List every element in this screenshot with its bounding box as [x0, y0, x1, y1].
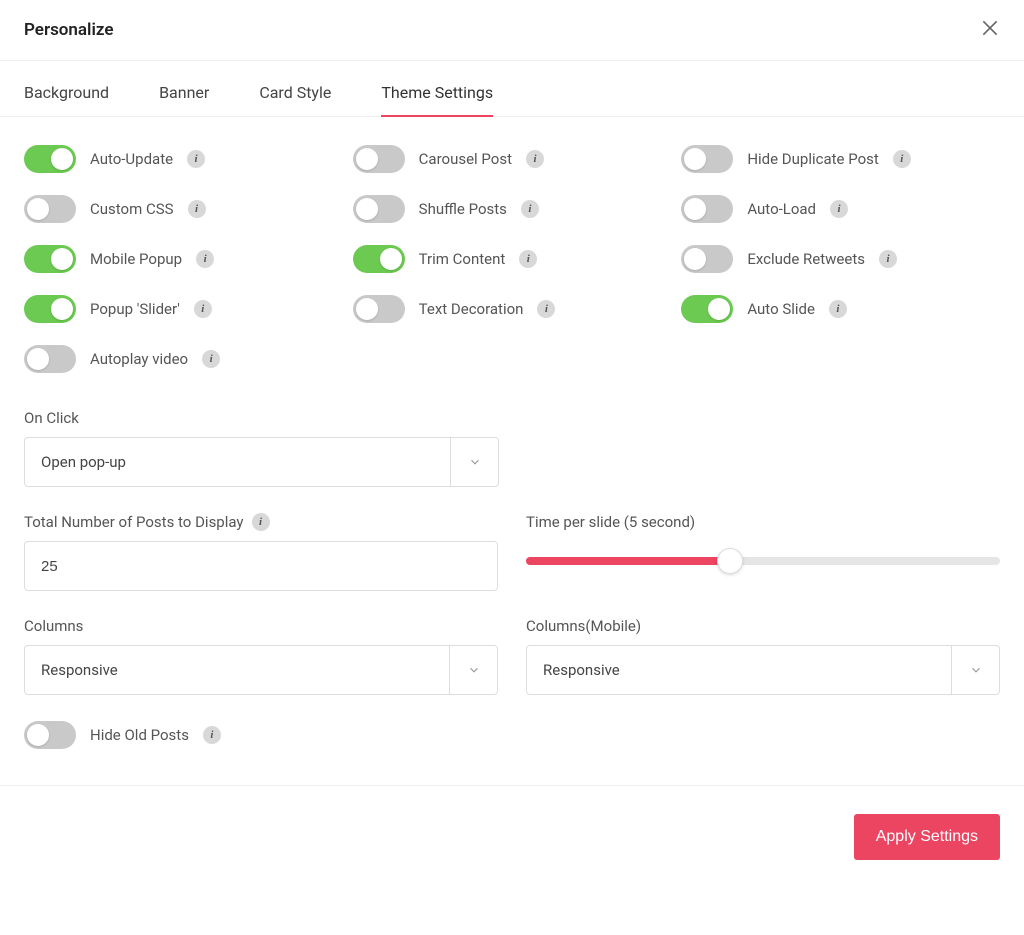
info-icon[interactable]: i	[879, 250, 897, 268]
tab-background[interactable]: Background	[24, 83, 109, 116]
toggle-row-carousel-post: Carousel Post i	[353, 145, 672, 173]
toggle-label: Auto-Update	[90, 150, 173, 168]
close-icon[interactable]	[980, 18, 1000, 42]
hide-old-posts-toggle[interactable]	[24, 721, 76, 749]
toggle-row-auto-update: Auto-Update i	[24, 145, 343, 173]
on-click-label: On Click	[24, 409, 1000, 427]
slider-fill	[526, 557, 730, 565]
toggle-switch[interactable]	[353, 295, 405, 323]
toggle-switch[interactable]	[24, 195, 76, 223]
time-per-slide-label: Time per slide (5 second)	[526, 513, 1000, 531]
toggle-label: Carousel Post	[419, 150, 512, 168]
tab-theme-settings[interactable]: Theme Settings	[381, 83, 493, 116]
info-icon[interactable]: i	[252, 513, 270, 531]
info-icon[interactable]: i	[521, 200, 539, 218]
info-icon[interactable]: i	[202, 350, 220, 368]
toggle-label: Autoplay video	[90, 350, 188, 368]
total-posts-label: Total Number of Posts to Display i	[24, 513, 498, 531]
columns-mobile-value: Responsive	[543, 661, 620, 679]
info-icon[interactable]: i	[203, 726, 221, 744]
info-icon[interactable]: i	[537, 300, 555, 318]
on-click-field: On Click Open pop-up	[24, 409, 1000, 487]
toggle-switch[interactable]	[24, 295, 76, 323]
total-posts-field: Total Number of Posts to Display i	[24, 513, 498, 591]
toggle-label: Popup 'Slider'	[90, 300, 180, 318]
info-icon[interactable]: i	[519, 250, 537, 268]
columns-label: Columns	[24, 617, 498, 635]
personalize-modal: Personalize Background Banner Card Style Th…	[0, 0, 1024, 888]
toggle-row-popup-slider-: Popup 'Slider' i	[24, 295, 343, 323]
toggle-label: Hide Duplicate Post	[747, 150, 878, 168]
toggle-label: Custom CSS	[90, 200, 174, 218]
info-icon[interactable]: i	[188, 200, 206, 218]
chevron-down-icon	[450, 438, 498, 486]
info-icon[interactable]: i	[526, 150, 544, 168]
info-icon[interactable]: i	[196, 250, 214, 268]
toggle-label: Exclude Retweets	[747, 250, 865, 268]
toggle-label: Shuffle Posts	[419, 200, 507, 218]
columns-mobile-select[interactable]: Responsive	[526, 645, 1000, 695]
total-posts-input[interactable]	[24, 541, 498, 591]
toggle-switch[interactable]	[353, 195, 405, 223]
on-click-value: Open pop-up	[41, 453, 126, 471]
toggle-switch[interactable]	[681, 145, 733, 173]
hide-old-posts-row: Hide Old Posts i	[24, 721, 1000, 749]
columns-mobile-label: Columns(Mobile)	[526, 617, 1000, 635]
toggle-label: Text Decoration	[419, 300, 524, 318]
time-per-slide-slider[interactable]	[526, 549, 1000, 573]
slider-thumb[interactable]	[717, 548, 743, 574]
hide-old-posts-label: Hide Old Posts	[90, 726, 189, 744]
info-icon[interactable]: i	[893, 150, 911, 168]
content: Auto-UpdateiCarousel PostiHide Duplicate…	[0, 117, 1024, 759]
columns-mobile-field: Columns(Mobile) Responsive	[526, 617, 1000, 695]
toggle-row-mobile-popup: Mobile Popup i	[24, 245, 343, 273]
toggle-row-autoplay-video: Autoplay video i	[24, 345, 343, 373]
toggle-row-auto-slide: Auto Slide i	[681, 295, 1000, 323]
toggle-row-trim-content: Trim Content i	[353, 245, 672, 273]
info-icon[interactable]: i	[829, 300, 847, 318]
columns-value: Responsive	[41, 661, 118, 679]
modal-header: Personalize	[0, 0, 1024, 61]
info-icon[interactable]: i	[830, 200, 848, 218]
apply-settings-button[interactable]: Apply Settings	[854, 814, 1000, 860]
chevron-down-icon	[951, 646, 999, 694]
toggle-row-hide-duplicate-post: Hide Duplicate Post i	[681, 145, 1000, 173]
toggle-row-shuffle-posts: Shuffle Posts i	[353, 195, 672, 223]
toggle-row-custom-css: Custom CSS i	[24, 195, 343, 223]
info-icon[interactable]: i	[187, 150, 205, 168]
toggle-switch[interactable]	[24, 145, 76, 173]
toggle-switch[interactable]	[681, 195, 733, 223]
toggle-switch[interactable]	[353, 245, 405, 273]
toggle-switch[interactable]	[24, 345, 76, 373]
columns-select[interactable]: Responsive	[24, 645, 498, 695]
modal-title: Personalize	[24, 20, 114, 40]
info-icon[interactable]: i	[194, 300, 212, 318]
toggle-label: Trim Content	[419, 250, 506, 268]
toggle-row-text-decoration: Text Decoration i	[353, 295, 672, 323]
columns-field: Columns Responsive	[24, 617, 498, 695]
on-click-select[interactable]: Open pop-up	[24, 437, 499, 487]
toggle-label: Auto-Load	[747, 200, 816, 218]
time-per-slide-field: Time per slide (5 second)	[526, 513, 1000, 591]
toggle-switch[interactable]	[353, 145, 405, 173]
chevron-down-icon	[449, 646, 497, 694]
tabs: Background Banner Card Style Theme Settings	[0, 83, 1024, 117]
tab-card-style[interactable]: Card Style	[259, 83, 331, 116]
tab-banner[interactable]: Banner	[159, 83, 209, 116]
toggle-row-exclude-retweets: Exclude Retweets i	[681, 245, 1000, 273]
footer: Apply Settings	[0, 785, 1024, 888]
toggle-label: Mobile Popup	[90, 250, 182, 268]
toggle-label: Auto Slide	[747, 300, 815, 318]
toggle-grid: Auto-UpdateiCarousel PostiHide Duplicate…	[24, 145, 1000, 373]
toggle-switch[interactable]	[681, 245, 733, 273]
toggle-row-auto-load: Auto-Load i	[681, 195, 1000, 223]
toggle-switch[interactable]	[681, 295, 733, 323]
toggle-switch[interactable]	[24, 245, 76, 273]
